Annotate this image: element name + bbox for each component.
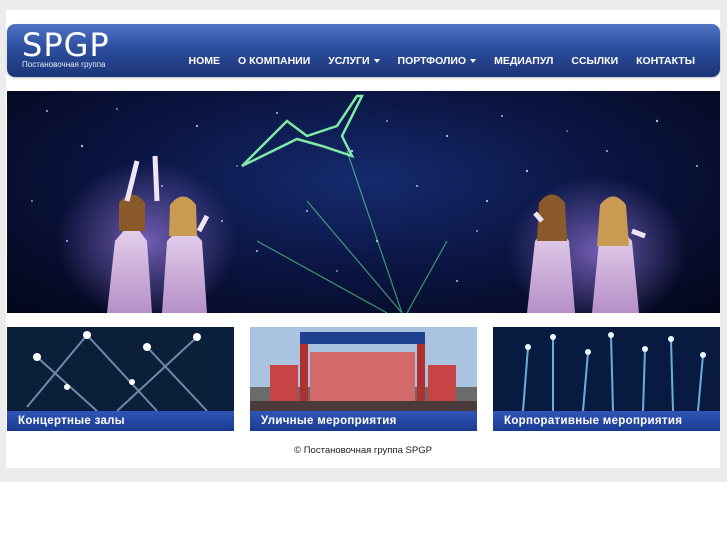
nav-label: ПОРТФОЛИО [397, 55, 467, 67]
nav-item-links[interactable]: ССЫЛКИ [562, 54, 627, 68]
nav-label: КОНТАКТЫ [636, 55, 695, 67]
site-logo[interactable]: SPGP Постановочная группа [22, 28, 110, 69]
nav-label: HOME [188, 55, 221, 67]
logo-subtitle: Постановочная группа [22, 60, 106, 69]
nav-label: ССЫЛКИ [571, 55, 619, 67]
nav-item-portfolio[interactable]: ПОРТФОЛИО [389, 54, 486, 68]
hero-banner-image [7, 91, 720, 313]
site-header: SPGP Постановочная группа HOME О КОМПАНИ… [7, 24, 720, 77]
main-nav: HOME О КОМПАНИИ УСЛУГИ ПОРТФОЛИО МЕДИАПУ… [180, 54, 704, 68]
nav-label: О КОМПАНИИ [238, 55, 311, 67]
card-street-events[interactable]: Уличные мероприятия [250, 327, 477, 431]
caret-down-icon [373, 59, 380, 63]
service-cards: Концертные залы Уличные мероприятия Корп… [7, 327, 720, 431]
hero-illustration [31, 94, 698, 313]
nav-label: МЕДИАПУЛ [494, 55, 554, 67]
card-label: Концертные залы [7, 411, 234, 431]
card-corporate-events[interactable]: Корпоративные мероприятия [493, 327, 720, 431]
caret-down-icon [470, 59, 477, 63]
nav-label: УСЛУГИ [328, 55, 370, 67]
card-label: Уличные мероприятия [250, 411, 477, 431]
nav-item-home[interactable]: HOME [180, 54, 230, 68]
nav-item-mediapool[interactable]: МЕДИАПУЛ [485, 54, 562, 68]
nav-item-services[interactable]: УСЛУГИ [319, 54, 388, 68]
card-concert-halls[interactable]: Концертные залы [7, 327, 234, 431]
page-container: SPGP Постановочная группа HOME О КОМПАНИ… [6, 10, 720, 468]
footer-copyright: © Постановочная группа SPGP [294, 445, 432, 456]
nav-item-contacts[interactable]: КОНТАКТЫ [627, 54, 704, 68]
card-label: Корпоративные мероприятия [493, 411, 720, 431]
nav-item-about[interactable]: О КОМПАНИИ [229, 54, 319, 68]
logo-title: SPGP [22, 26, 110, 64]
